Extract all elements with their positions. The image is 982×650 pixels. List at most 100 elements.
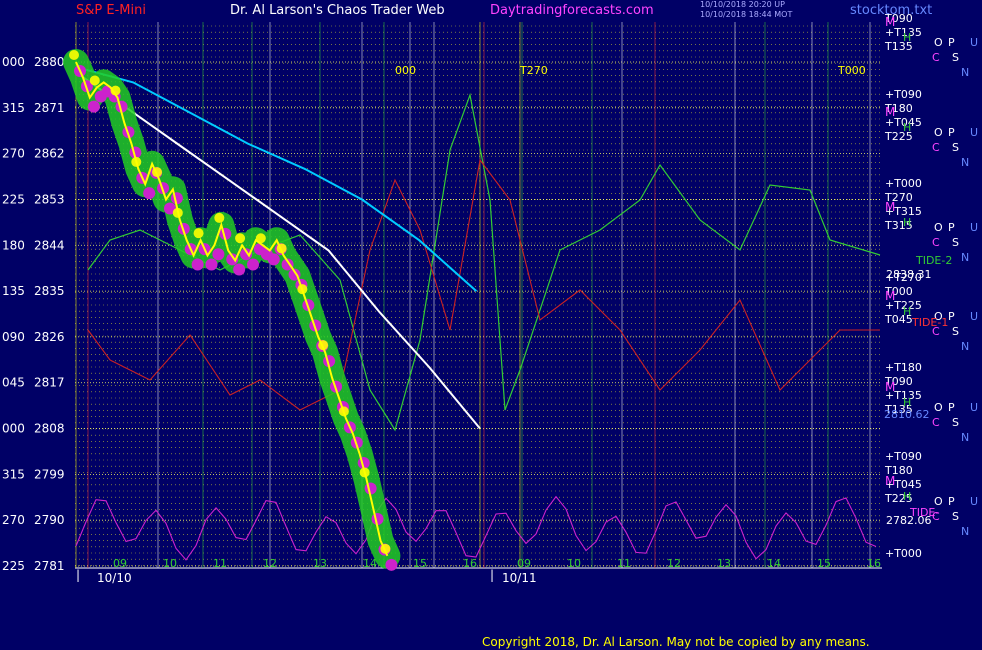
sun-letter-N: N — [961, 340, 969, 353]
x-hour-label: 14 — [767, 557, 781, 570]
right-cycle-label: +T000 — [885, 547, 922, 560]
sun-letter-O: O — [934, 36, 943, 49]
sun-letter-H: H — [903, 490, 911, 503]
price-low-dot — [267, 253, 280, 266]
sun-letter-H: H — [903, 216, 911, 229]
price-high-dot — [89, 75, 100, 86]
angle-tick-label: 315 — [2, 467, 25, 481]
sun-letter-M: M — [885, 474, 895, 488]
horizontal-gridlines — [75, 25, 882, 566]
sun-letter-M: M — [885, 380, 895, 394]
sun-letter-P: P — [948, 310, 955, 323]
angle-tick-label: 180 — [2, 238, 25, 252]
price-tick-label: 2853 — [34, 192, 65, 206]
x-hour-label: 15 — [817, 557, 831, 570]
sun-letter-O: O — [934, 401, 943, 414]
right-cycle-label: +T090 — [885, 88, 922, 101]
x-hour-label: 12 — [667, 557, 681, 570]
sun-letter-M: M — [885, 200, 895, 214]
sun-letter-O: O — [934, 221, 943, 234]
sun-letter-S: S — [952, 510, 959, 523]
sun-letter-U: U — [970, 401, 978, 414]
sun-letter-N: N — [961, 66, 969, 79]
angle-tick-label: 225 — [2, 559, 25, 573]
sun-letter-P: P — [948, 221, 955, 234]
price-low-dot — [205, 258, 218, 271]
sun-letter-C: C — [932, 236, 940, 249]
app-title: Dr. Al Larson's Chaos Trader Web — [230, 3, 445, 18]
price-tick-label: 2799 — [34, 467, 65, 481]
tide-label: TIDE-1 — [911, 316, 948, 329]
price-low-dot — [247, 258, 259, 271]
x-hour-label: 10 — [163, 557, 177, 570]
x-hour-label: 09 — [517, 557, 531, 570]
x-hour-label: 10 — [567, 557, 581, 570]
price-tick-label: 2790 — [34, 513, 65, 527]
sun-letter-N: N — [961, 525, 969, 538]
sun-letter-C: C — [932, 51, 940, 64]
copyright-notice: Copyright 2018, Dr. Al Larson. May not b… — [482, 635, 870, 649]
angle-tick-label: 270 — [2, 513, 25, 527]
sun-letter-S: S — [952, 141, 959, 154]
sun-letter-P: P — [948, 401, 955, 414]
sun-letter-S: S — [952, 236, 959, 249]
site-link[interactable]: Daytradingforecasts.com — [490, 3, 654, 18]
sun-letter-C: C — [932, 416, 940, 429]
x-hour-label: 12 — [263, 557, 277, 570]
angle-tick-label: 135 — [2, 284, 25, 298]
price-tick-label: 2781 — [34, 559, 65, 573]
x-hour-label: 15 — [413, 557, 427, 570]
price-low-dot — [212, 248, 225, 261]
price-low-dot — [385, 558, 398, 571]
tide-label: TIDE-2 — [915, 254, 952, 267]
top-cycle-label: 000 — [395, 64, 416, 77]
price-readout: 2838.31 — [886, 268, 932, 281]
date-tick: | — [490, 568, 494, 582]
angle-tick-label: 315 — [2, 101, 25, 115]
sun-letter-U: U — [970, 221, 978, 234]
price-tick-label: 2817 — [34, 376, 65, 390]
sun-letter-M: M — [885, 289, 895, 303]
sun-letter-P: P — [948, 495, 955, 508]
price-high-dot — [69, 50, 79, 60]
angle-tick-label: 045 — [2, 376, 25, 390]
x-hour-label: 16 — [867, 557, 881, 570]
date-tick: | — [76, 568, 80, 582]
price-tick-label: 2826 — [34, 330, 65, 344]
timestamp-2: 10/10/2018 18:44 MOT — [700, 10, 793, 19]
price-low-dot — [87, 100, 100, 113]
price-tick-label: 2844 — [34, 238, 65, 252]
sun-letter-C: C — [932, 141, 940, 154]
sun-letter-H: H — [903, 31, 911, 44]
price-high-dot — [235, 233, 246, 244]
x-hour-label: 11 — [617, 557, 631, 570]
sun-letter-S: S — [952, 416, 959, 429]
price-readout: 2810.62 — [884, 408, 930, 421]
right-cycle-label: +T090 — [885, 450, 922, 463]
sun-letter-U: U — [970, 126, 978, 139]
instrument-title: S&P E-Mini — [76, 3, 146, 18]
price-tick-label: 2808 — [34, 422, 65, 436]
sun-letter-P: P — [948, 126, 955, 139]
date-label: 10/11 — [502, 571, 537, 585]
top-cycle-label: T000 — [837, 64, 866, 77]
price-high-dot — [193, 228, 204, 239]
file-name: stocktom.txt — [850, 3, 933, 18]
chart-canvas: 000 2880 315 2871 270 2862 225 2853 180 2844 135 28… — [2, 12, 978, 585]
right-cycle-label: +T000 — [885, 177, 922, 190]
angle-tick-label: 270 — [2, 147, 25, 161]
sun-letter-O: O — [934, 126, 943, 139]
timestamp-1: 10/10/2018 20:20 UP — [700, 0, 785, 9]
x-hour-label: 13 — [313, 557, 327, 570]
angle-tick-label: 225 — [2, 192, 25, 206]
sun-letter-U: U — [970, 310, 978, 323]
price-low-dot — [143, 187, 156, 200]
price-tick-label: 2880 — [34, 55, 65, 69]
price-tick-label: 2862 — [34, 147, 65, 161]
price-tick-label: 2871 — [34, 101, 65, 115]
sun-letter-N: N — [961, 251, 969, 264]
x-hour-label: 09 — [113, 557, 127, 570]
x-hour-label: 11 — [213, 557, 227, 570]
sun-letter-N: N — [961, 431, 969, 444]
x-hour-label: 16 — [463, 557, 477, 570]
